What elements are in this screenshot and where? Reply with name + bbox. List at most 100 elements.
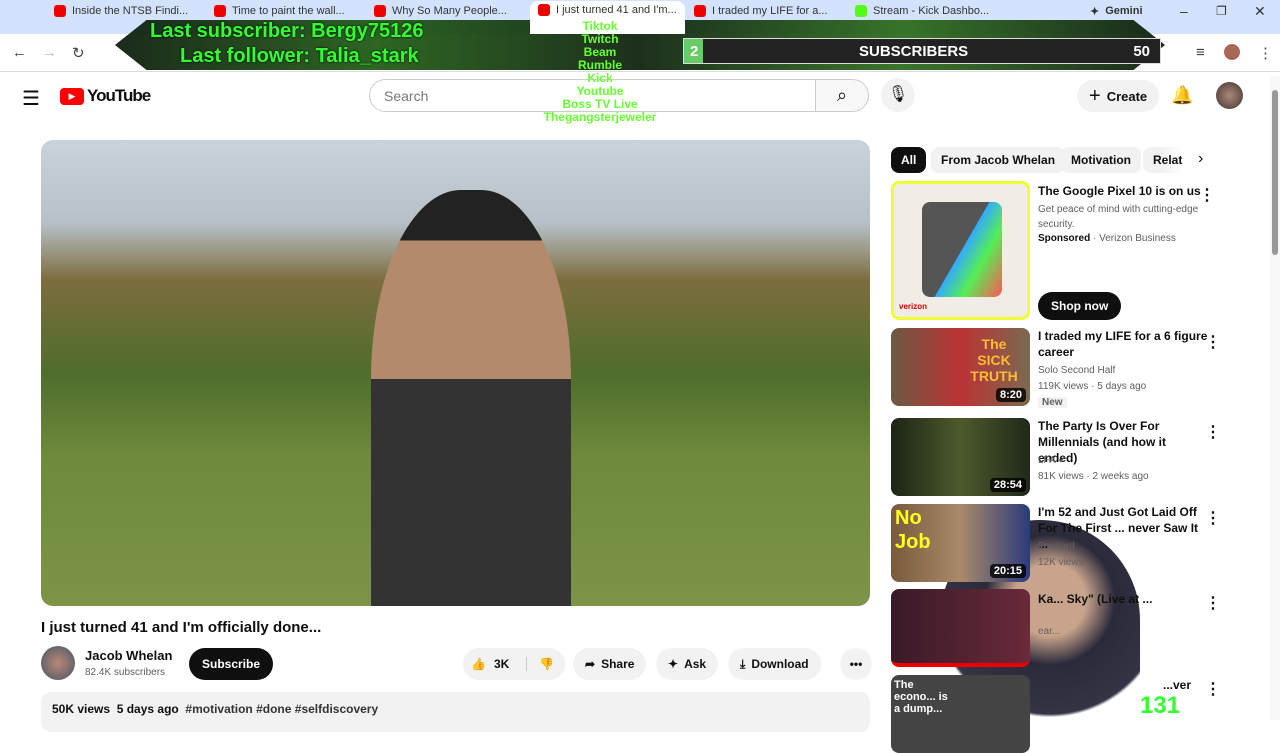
thumbs-down-icon: 👎 <box>539 657 554 671</box>
rec-meta: 12K views <box>1038 557 1084 568</box>
maximize-button[interactable]: ❐ <box>1216 3 1227 19</box>
download-label: Download <box>751 657 809 671</box>
like-count: 3K <box>493 657 510 671</box>
sparkle-icon: ✦ <box>668 657 679 671</box>
hashtags[interactable]: #motivation #done #selfdiscovery <box>185 702 378 716</box>
rec-meta: 119K views · 5 days ago <box>1038 381 1147 392</box>
chip-from-channel[interactable]: From Jacob Whelan <box>931 147 1066 173</box>
gemini-button[interactable]: ✦ Gemini <box>1090 3 1143 19</box>
more-actions-button[interactable]: ••• <box>840 648 872 680</box>
verified-icon: ✔ <box>1058 455 1067 466</box>
last-subscriber: Last subscriber: Bergy75126 <box>150 20 424 42</box>
view-count: 50K views <box>52 702 111 716</box>
rec-channel[interactable]: LFA ✔ <box>1038 455 1066 466</box>
more-vert-icon[interactable]: ⋮ <box>1205 422 1221 442</box>
ask-label: Ask <box>684 657 707 671</box>
browser-tab[interactable]: Time to paint the wall... <box>214 3 345 19</box>
page-scrollbar[interactable] <box>1270 76 1280 720</box>
youtube-favicon-icon <box>54 5 66 17</box>
last-follower: Last follower: Talia_stark <box>180 45 419 67</box>
back-icon[interactable]: ← <box>12 44 27 61</box>
chip-related[interactable]: Relat <box>1143 147 1185 173</box>
video-thumbnail[interactable] <box>891 589 1030 667</box>
recommended-video[interactable]: Ka... Sky" (Live at ... ear... ⋮ <box>891 589 1221 669</box>
youtube-favicon-icon <box>538 4 550 16</box>
platform-name: Thegangsterjeweler <box>543 110 657 124</box>
share-button[interactable]: ➦ Share <box>573 648 647 680</box>
search-button[interactable]: ⌕ <box>815 79 869 112</box>
like-button[interactable]: 👍 3K <box>463 657 527 671</box>
more-vert-icon[interactable]: ⋮ <box>1205 679 1221 699</box>
scrollbar-thumb[interactable] <box>1272 90 1278 255</box>
create-button[interactable]: + Create <box>1077 80 1160 112</box>
video-thumbnail[interactable]: The SICK TRUTH 8:20 <box>891 328 1030 406</box>
browser-tab[interactable]: Why So Many People... <box>374 3 507 19</box>
sponsored-label: Sponsored <box>1038 233 1091 244</box>
channel-avatar[interactable] <box>41 646 75 680</box>
create-label: Create <box>1106 88 1148 104</box>
profile-avatar[interactable] <box>1224 44 1240 60</box>
duration-badge: 8:20 <box>995 388 1026 402</box>
ask-button[interactable]: ✦ Ask <box>656 648 719 680</box>
logo-text: YouTube <box>87 86 151 105</box>
tab-label: I just turned 41 and I'm... <box>556 4 677 16</box>
tab-label: Why So Many People... <box>392 5 507 17</box>
ad-thumbnail[interactable]: verizon <box>891 181 1030 320</box>
voice-search-button[interactable]: 🎙 <box>881 78 915 112</box>
recommended-video[interactable]: No Job 20:15 I'm 52 and Just Got Laid Off… <box>891 504 1221 584</box>
chevron-right-icon[interactable]: › <box>1198 150 1203 168</box>
subscriber-target: 50 <box>1133 43 1150 60</box>
more-vert-icon[interactable]: ⋮ <box>1205 508 1221 528</box>
rec-channel[interactable]: Forward <box>1038 541 1075 552</box>
video-thumbnail[interactable]: 28:54 <box>891 418 1030 496</box>
chip-all[interactable]: All <box>891 147 927 173</box>
ad-card[interactable]: verizon The Google Pixel 10 is on us Get… <box>891 181 1221 321</box>
browser-tab[interactable]: I traded my LIFE for a... <box>694 3 828 19</box>
video-thumbnail[interactable]: The econo... is a dump... <box>891 675 1030 753</box>
video-player[interactable] <box>41 140 870 606</box>
rec-channel[interactable]: Solo Second Half <box>1038 365 1115 376</box>
plus-icon: + <box>1089 84 1101 107</box>
thumbnail-text: The SICK TRUTH <box>970 336 1018 384</box>
recommended-video[interactable]: The SICK TRUTH 8:20 I traded my LIFE for … <box>891 328 1221 408</box>
minimize-button[interactable]: – <box>1180 3 1188 19</box>
viewer-count: 131 <box>1140 692 1181 719</box>
youtube-logo[interactable]: ▶ YouTube <box>60 86 151 106</box>
youtube-favicon-icon <box>374 5 386 17</box>
notifications-bell-icon[interactable]: 🔔 <box>1171 85 1193 106</box>
duration-badge: 28:54 <box>989 478 1026 492</box>
browser-tab[interactable]: Stream - Kick Dashbo... <box>855 3 989 19</box>
more-vert-icon[interactable]: ⋮ <box>1205 593 1221 613</box>
download-button[interactable]: ⤓ Download <box>728 648 821 680</box>
duration-badge: 20:15 <box>989 564 1026 578</box>
media-control-icon[interactable]: ≡ <box>1196 44 1205 61</box>
new-badge: New <box>1038 397 1067 408</box>
chip-motivation[interactable]: Motivation <box>1061 147 1141 173</box>
description-box[interactable]: 50K views 5 days ago #motivation #done #… <box>41 692 870 732</box>
browser-menu-icon[interactable]: ⋮ <box>1258 44 1273 62</box>
forward-icon[interactable]: → <box>42 44 57 61</box>
hamburger-menu-icon[interactable]: ☰ <box>22 86 40 111</box>
more-vert-icon[interactable]: ⋮ <box>1205 332 1221 352</box>
thumbnail-text: No Job <box>895 507 931 553</box>
channel-name[interactable]: Jacob Whelan <box>85 648 172 663</box>
rec-meta: 81K views · 2 weeks ago <box>1038 471 1149 482</box>
reload-icon[interactable]: ↻ <box>72 44 85 62</box>
ad-title: The Google Pixel 10 is on us <box>1038 184 1201 198</box>
account-avatar[interactable] <box>1216 82 1243 109</box>
dislike-button[interactable]: 👎 <box>533 657 554 671</box>
tab-label: Gemini <box>1105 5 1143 17</box>
browser-tab[interactable]: Inside the NTSB Findi... <box>54 3 188 19</box>
youtube-play-icon: ▶ <box>60 87 84 105</box>
ad-description: Get peace of mind with cutting-edge secu… <box>1038 204 1199 230</box>
share-icon: ➦ <box>585 657 596 671</box>
close-window-button[interactable]: ✕ <box>1254 3 1266 19</box>
more-vert-icon[interactable]: ⋮ <box>1199 185 1215 205</box>
subscribe-button[interactable]: Subscribe <box>189 648 274 680</box>
subscriber-goal-bar: 2 SUBSCRIBERS 50 <box>683 38 1161 64</box>
video-thumbnail[interactable]: No Job 20:15 <box>891 504 1030 582</box>
thumbs-up-icon: 👍 <box>471 657 486 671</box>
rec-channel[interactable]: ear... <box>1038 626 1060 637</box>
shop-now-button[interactable]: Shop now <box>1038 292 1122 320</box>
recommended-video[interactable]: 28:54 The Party Is Over For Millennials … <box>891 418 1221 498</box>
